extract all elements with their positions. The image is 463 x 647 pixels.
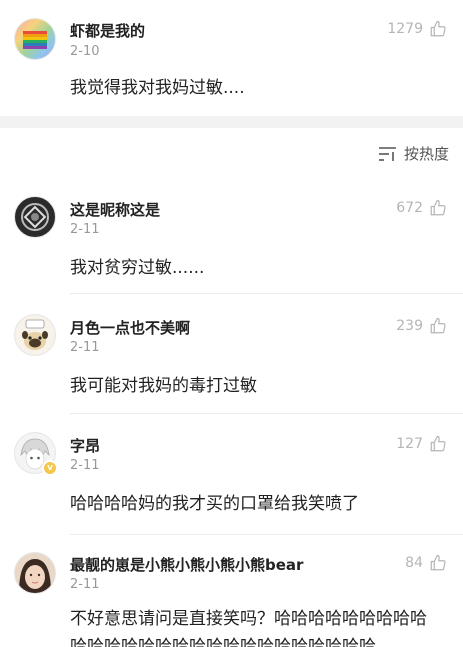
comment-text: 不好意思请问是直接笑吗？哈哈哈哈哈哈哈哈哈哈哈哈哈哈哈哈哈哈哈哈哈哈哈哈哈哈哈 <box>70 609 427 647</box>
like-button[interactable]: 127 <box>396 435 447 453</box>
like-button[interactable]: 239 <box>396 317 447 335</box>
comment-date: 2-10 <box>70 44 100 59</box>
comment-text: 哈哈哈哈妈的我才买的口罩给我笑喷了 <box>70 494 359 514</box>
like-count: 239 <box>396 318 423 334</box>
comment-text: 我对贫穷过敏...... <box>70 258 205 278</box>
comment-item: v 字昂 2-11 127 哈哈哈哈妈的我才买的口罩给我笑喷了 <box>0 414 463 536</box>
comment-date: 2-11 <box>70 222 100 237</box>
comment-text: 我觉得我对我妈过敏.... <box>70 78 245 98</box>
avatar[interactable] <box>14 196 56 238</box>
like-count: 84 <box>405 555 423 571</box>
comment-item: 这是昵称这是 2-11 672 我对贫穷过敏...... <box>0 178 463 296</box>
divider <box>70 293 463 294</box>
avatar[interactable] <box>14 18 56 60</box>
commenter-name[interactable]: 字昂 <box>70 435 100 456</box>
comment-date: 2-11 <box>70 340 100 355</box>
comment-date: 2-11 <box>70 458 100 473</box>
top-comment: 虾都是我的 2-10 1279 我觉得我对我妈过敏.... <box>0 0 463 116</box>
divider <box>70 534 463 535</box>
geometric-avatar-icon <box>21 203 49 231</box>
comment-item: 最靓的崽是小熊小熊小熊小熊bear 2-11 84 不好意思请问是直接笑吗？哈哈… <box>0 536 463 647</box>
avatar[interactable] <box>14 552 56 594</box>
commenter-name[interactable]: 虾都是我的 <box>70 20 145 41</box>
like-button[interactable]: 672 <box>396 199 447 217</box>
like-button[interactable]: 84 <box>405 554 447 572</box>
commenter-name[interactable]: 月色一点也不美啊 <box>70 317 190 338</box>
flag-icon <box>23 31 47 49</box>
sort-toggle[interactable]: 按热度 <box>378 143 449 164</box>
user-photo-icon <box>19 559 51 593</box>
thumbs-up-icon <box>430 554 446 571</box>
sort-label: 按热度 <box>403 145 449 163</box>
comment-text: 我可能对我妈的毒打过敏 <box>70 376 257 396</box>
comment-item: 月色一点也不美啊 2-11 239 我可能对我妈的毒打过敏 <box>0 296 463 414</box>
like-count: 672 <box>396 200 423 216</box>
like-button[interactable]: 1279 <box>387 20 447 38</box>
thumbs-up-icon <box>430 435 446 452</box>
commenter-name[interactable]: 这是昵称这是 <box>70 199 160 220</box>
avatar[interactable] <box>14 314 56 356</box>
verified-badge-icon: v <box>42 460 58 476</box>
like-count: 127 <box>396 436 423 452</box>
thumbs-up-icon <box>430 317 446 334</box>
sort-lines-icon <box>378 146 396 161</box>
comment-date: 2-11 <box>70 577 100 592</box>
pug-avatar-icon <box>22 319 48 350</box>
section-separator <box>0 116 463 128</box>
thumbs-up-icon <box>430 20 446 37</box>
commenter-name[interactable]: 最靓的崽是小熊小熊小熊小熊bear <box>70 554 303 575</box>
like-count: 1279 <box>387 21 423 37</box>
thumbs-up-icon <box>430 199 446 216</box>
